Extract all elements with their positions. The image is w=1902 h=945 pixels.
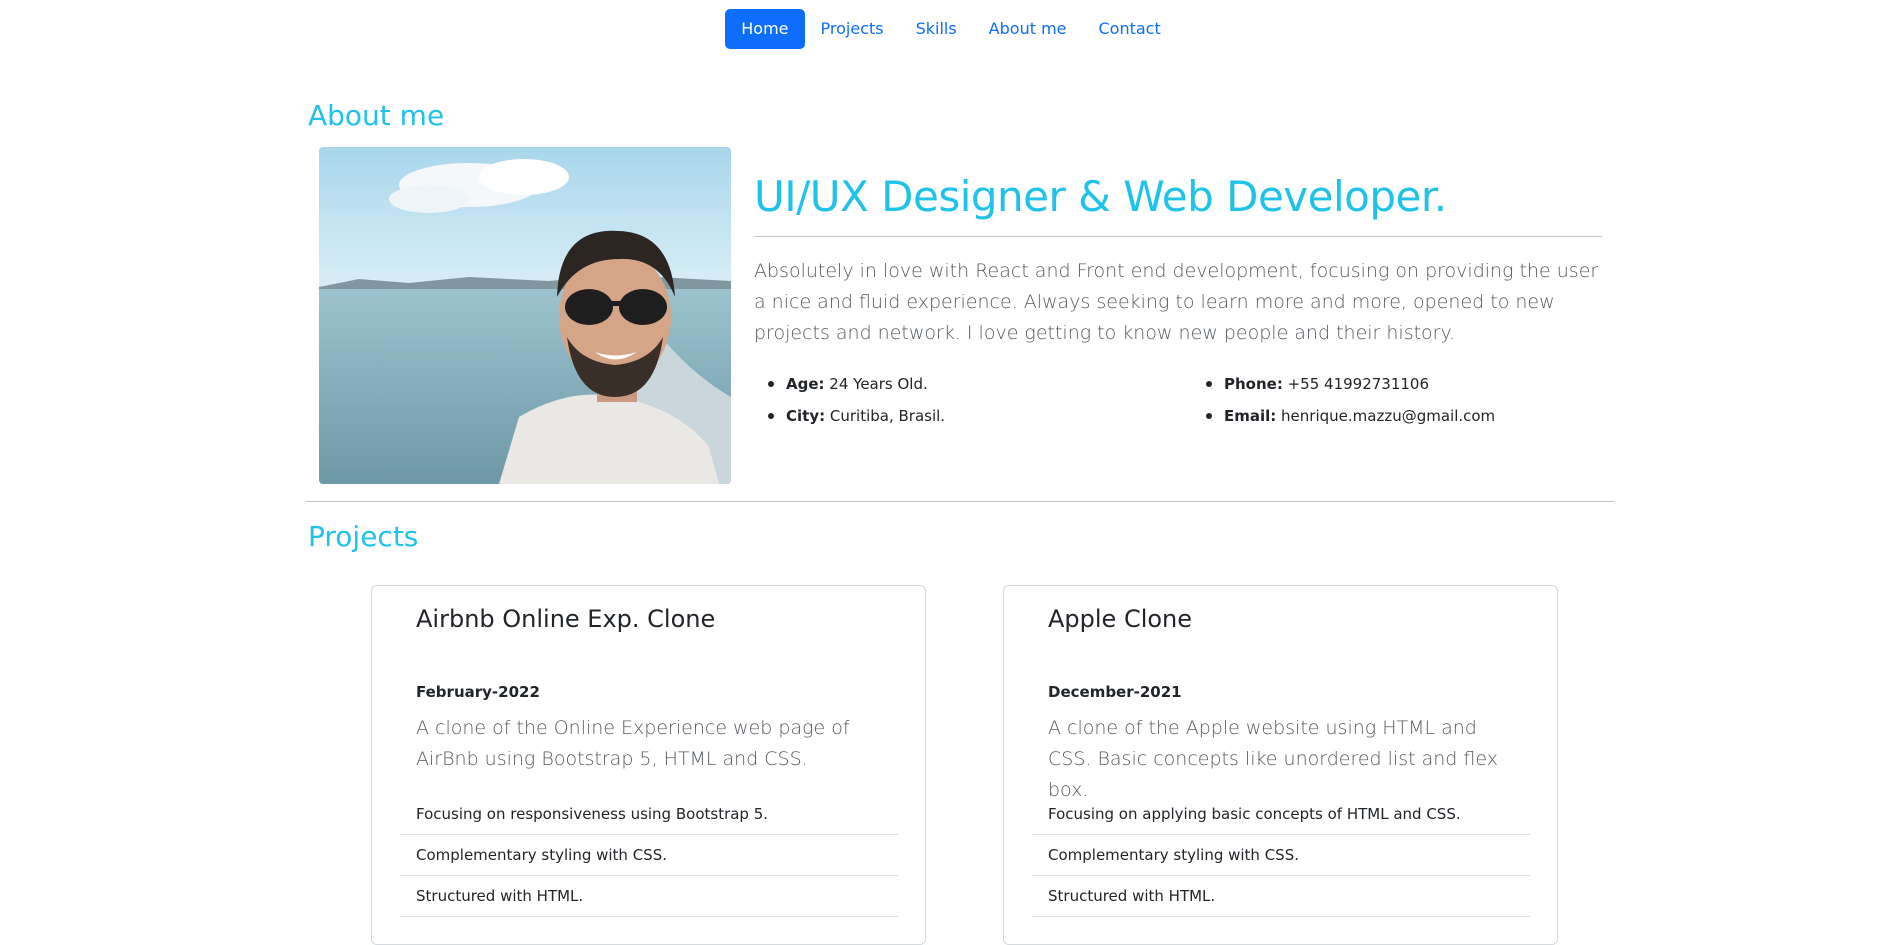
fact-email-label: Email: (1224, 407, 1277, 425)
nav-projects-link[interactable]: Projects (805, 9, 900, 49)
fact-age: Age: 24 Years Old. (754, 368, 945, 400)
project-points-list: Focusing on responsiveness using Bootstr… (400, 794, 898, 917)
fact-phone-label: Phone: (1224, 375, 1283, 393)
nav-skills-link[interactable]: Skills (900, 9, 973, 49)
nav-about-link[interactable]: About me (973, 9, 1083, 49)
project-description: A clone of the Apple website using HTML … (1048, 717, 1498, 801)
project-date: December-2021 (1048, 683, 1182, 701)
about-headline: UI/UX Designer & Web Developer. (754, 172, 1447, 221)
project-description: A clone of the Online Experience web pag… (416, 717, 850, 770)
top-navbar: Home Projects Skills About me Contact (0, 9, 1902, 49)
profile-photo (319, 147, 731, 484)
project-date: February-2022 (416, 683, 540, 701)
project-title: Airbnb Online Exp. Clone (416, 605, 716, 633)
list-item: Complementary styling with CSS. (1032, 835, 1530, 876)
list-item: Focusing on responsiveness using Bootstr… (400, 794, 898, 835)
list-item: Focusing on applying basic concepts of H… (1032, 794, 1530, 835)
headline-divider (754, 236, 1602, 237)
fact-phone-value: +55 41992731106 (1282, 375, 1429, 393)
projects-section-title: Projects (308, 520, 419, 553)
list-item: Structured with HTML. (400, 876, 898, 917)
fact-age-label: Age: (786, 375, 825, 393)
list-item: Structured with HTML. (1032, 876, 1530, 917)
fact-city-value: Curitiba, Brasil. (825, 407, 946, 425)
about-bio: Absolutely in love with React and Front … (754, 260, 1599, 344)
project-card-apple: Apple Clone December-2021 A clone of the… (1003, 585, 1558, 945)
section-divider (306, 501, 1614, 502)
project-card-airbnb: Airbnb Online Exp. Clone February-2022 A… (371, 585, 926, 945)
fact-email: Email: henrique.mazzu@gmail.com (1192, 400, 1495, 432)
fact-email-value: henrique.mazzu@gmail.com (1276, 407, 1496, 425)
project-title: Apple Clone (1048, 605, 1193, 633)
nav-home-link[interactable]: Home (725, 9, 805, 49)
facts-list-right: Phone: +55 41992731106 Email: henrique.m… (1192, 368, 1495, 432)
facts-list-left: Age: 24 Years Old. City: Curitiba, Brasi… (754, 368, 945, 432)
fact-phone: Phone: +55 41992731106 (1192, 368, 1495, 400)
fact-age-value: 24 Years Old. (824, 375, 928, 393)
fact-city: City: Curitiba, Brasil. (754, 400, 945, 432)
list-item: Complementary styling with CSS. (400, 835, 898, 876)
about-section-title: About me (308, 99, 445, 132)
project-points-list: Focusing on applying basic concepts of H… (1032, 794, 1530, 917)
fact-city-label: City: (786, 407, 826, 425)
nav-contact-link[interactable]: Contact (1083, 9, 1177, 49)
